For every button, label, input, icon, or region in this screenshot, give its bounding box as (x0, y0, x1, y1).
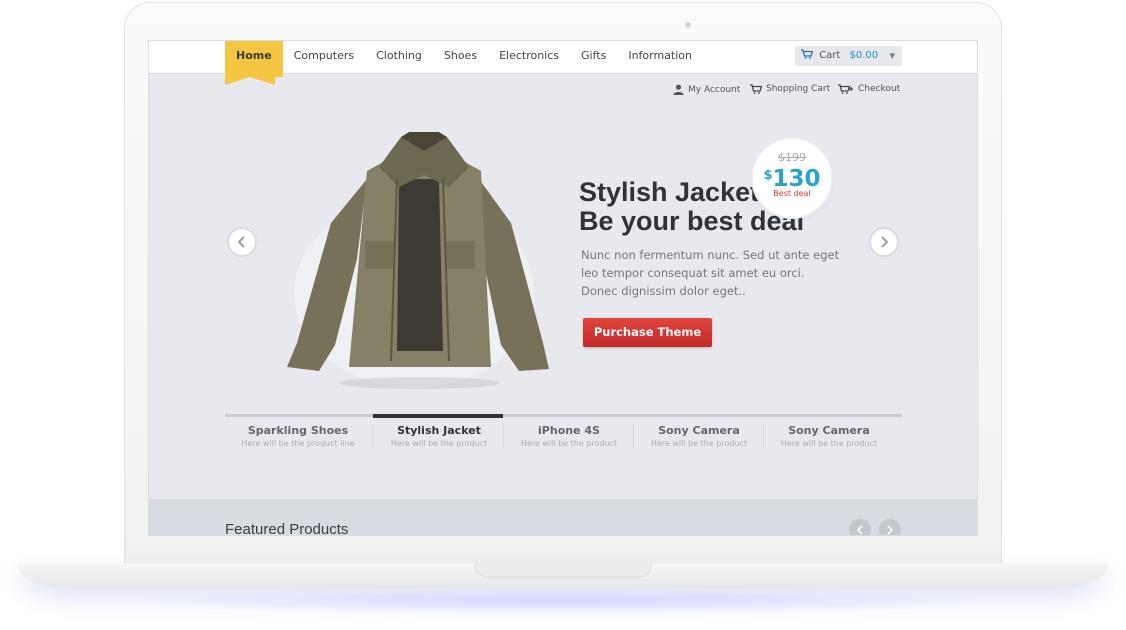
my-account-link[interactable]: My Account (673, 84, 740, 95)
slider-tab-4[interactable]: Sony Camera Here will be the product (633, 424, 764, 448)
slider-tab-title: Sony Camera (788, 424, 870, 437)
hero-description-line-2: leo tempor consequat sit amet eu orci. (581, 266, 805, 280)
hero-description: Nunc non fermentum nunc. Sed ut ante ege… (581, 246, 841, 300)
chevron-right-icon (881, 236, 889, 248)
best-deal-label: Best deal (773, 189, 811, 198)
slider-tab-subtitle: Here will be the product line (241, 439, 355, 448)
cart-dropdown[interactable]: Cart $0.00 ▼ (795, 46, 902, 66)
cart-icon (801, 49, 814, 59)
currency-symbol: $ (763, 168, 773, 183)
slider-tab-title: Stylish Jacket (397, 424, 481, 437)
laptop-shadow (120, 588, 1000, 616)
price-badge: $199 $130 Best deal (753, 139, 831, 217)
nav-item-clothing[interactable]: Clothing (365, 41, 433, 73)
chevron-down-icon: ▼ (889, 52, 895, 60)
slider-tab-subtitle: Here will be the product (520, 439, 618, 448)
slider-tab-5[interactable]: Sony Camera Here will be the product (763, 424, 894, 448)
slider-tab-title: iPhone 4S (538, 424, 600, 437)
hero-description-line-3: Donec dignissim dolor eget.. (581, 284, 746, 298)
nav-item-gifts[interactable]: Gifts (570, 41, 617, 73)
laptop-screen: Home Computers Clothing Shoes Electronic… (148, 40, 978, 536)
checkout-label: Checkout (858, 84, 901, 94)
shopping-cart-label: Shopping Cart (766, 84, 831, 94)
slider-tab-title: Sparkling Shoes (247, 424, 349, 437)
nav-item-home[interactable]: Home (225, 41, 283, 85)
new-price: $130 (753, 163, 831, 192)
slider-tab-1[interactable]: Sparkling Shoes Here will be the product… (233, 424, 363, 448)
product-jacket-image (287, 132, 549, 389)
cart-icon (750, 84, 762, 94)
my-account-label: My Account (688, 84, 741, 95)
user-icon (673, 84, 684, 95)
featured-next-button[interactable] (879, 519, 901, 535)
laptop-notch (474, 563, 652, 578)
slider-prev-button[interactable] (227, 227, 257, 257)
cart-label: Cart (819, 50, 841, 61)
cart-plus-icon (838, 84, 853, 94)
nav-item-computers[interactable]: Computers (283, 41, 365, 73)
slider-tab-subtitle: Here will be the product (390, 439, 488, 448)
cart-amount: $0.00 (849, 50, 879, 61)
main-nav: Home Computers Clothing Shoes Electronic… (225, 41, 703, 85)
camera-dot (685, 22, 691, 28)
top-navigation-bar: Home Computers Clothing Shoes Electronic… (149, 41, 977, 85)
chevron-left-icon (856, 525, 863, 535)
nav-item-shoes[interactable]: Shoes (433, 41, 488, 73)
chevron-left-icon (237, 236, 245, 248)
shopping-cart-link[interactable]: Shopping Cart (750, 84, 830, 94)
nav-item-electronics[interactable]: Electronics (488, 41, 570, 73)
checkout-link[interactable]: Checkout (838, 84, 900, 94)
chevron-right-icon (887, 525, 894, 535)
featured-prev-button[interactable] (849, 519, 871, 535)
slider-next-button[interactable] (869, 227, 899, 257)
slider-tab-title: Sony Camera (658, 424, 740, 437)
slider-tab-2[interactable]: Stylish Jacket Here will be the product (373, 424, 504, 448)
slider-tab-subtitle: Here will be the product (650, 439, 748, 448)
slider-tab-subtitle: Here will be the product (780, 439, 878, 448)
purchase-theme-button[interactable]: Purchase Theme (583, 318, 712, 347)
hero-title-line-2: Be your best deal (579, 206, 805, 236)
featured-products-title: Featured Products (225, 521, 349, 536)
slider-tab-3[interactable]: iPhone 4S Here will be the product (503, 424, 634, 448)
nav-item-information[interactable]: Information (617, 41, 703, 73)
slider-active-indicator (373, 414, 503, 418)
hero-description-line-1: Nunc non fermentum nunc. Sed ut ante ege… (581, 248, 840, 262)
slider-tabs-track (225, 414, 902, 417)
